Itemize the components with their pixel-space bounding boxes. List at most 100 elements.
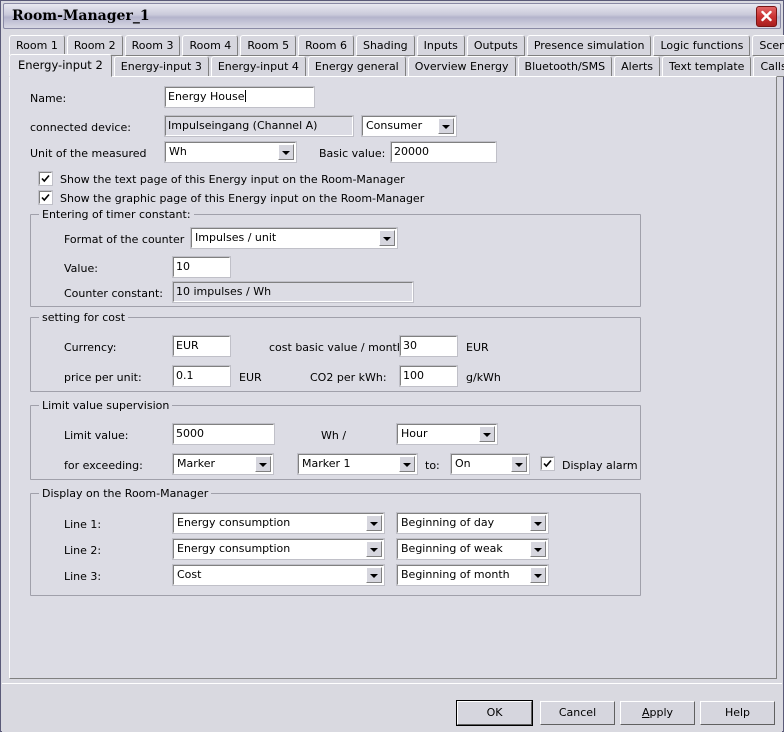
- chevron-down-icon[interactable]: [366, 515, 382, 531]
- chevron-down-icon[interactable]: [438, 118, 454, 134]
- tab-inputs[interactable]: Inputs: [416, 35, 465, 56]
- tab-room-1[interactable]: Room 1: [9, 35, 65, 56]
- tab-alerts[interactable]: Alerts: [614, 56, 661, 77]
- device-type-dropdown[interactable]: Consumer: [361, 115, 457, 137]
- show-text-page-checkbox[interactable]: [38, 171, 53, 186]
- tab-overview-energy[interactable]: Overview Energy: [407, 56, 516, 77]
- connected-device-label: connected device:: [30, 121, 131, 134]
- co2-per-kwh-unit: g/kWh: [466, 371, 501, 384]
- counter-constant-value: 10 impulses / Wh: [172, 281, 414, 303]
- format-of-counter-dropdown[interactable]: Impulses / unit: [190, 227, 398, 249]
- chevron-down-icon[interactable]: [530, 567, 546, 583]
- tab-energy-input-3[interactable]: Energy-input 3: [113, 56, 209, 77]
- unit-dropdown[interactable]: Wh: [164, 141, 297, 163]
- currency-label: Currency:: [64, 341, 117, 354]
- connected-device-value: Impulseingang (Channel A): [164, 115, 354, 137]
- tab-presence-simulation[interactable]: Presence simulation: [526, 35, 652, 56]
- tab-panel-energy-input-2: Name: Energy House connected device: Imp…: [9, 76, 777, 679]
- exceeding-state-dropdown[interactable]: On: [450, 453, 530, 475]
- line-2-content-value: Energy consumption: [177, 542, 291, 555]
- device-type-value: Consumer: [366, 119, 423, 132]
- group-limit-title: Limit value supervision: [39, 399, 173, 412]
- group-display-room-manager: Display on the Room-Manager Line 1: Ener…: [30, 487, 641, 596]
- value-label: Value:: [64, 262, 98, 275]
- tab-energy-general[interactable]: Energy general: [307, 56, 406, 77]
- price-per-unit-label: price per unit:: [64, 371, 142, 384]
- chevron-down-icon[interactable]: [379, 230, 395, 246]
- tab-shading[interactable]: Shading: [355, 35, 415, 56]
- price-per-unit-input[interactable]: 0.1: [172, 365, 231, 387]
- limit-period-value: Hour: [401, 427, 428, 440]
- window-title: Room-Manager_1: [12, 8, 150, 24]
- limit-period-dropdown[interactable]: Hour: [396, 423, 498, 445]
- cost-basic-value-label: cost basic value / month:: [269, 341, 408, 354]
- name-input[interactable]: Energy House: [164, 86, 315, 108]
- line-3-label: Line 3:: [64, 570, 102, 583]
- price-per-unit-unit: EUR: [239, 371, 262, 384]
- tab-room-4[interactable]: Room 4: [182, 35, 239, 56]
- tab-calls[interactable]: Calls: [753, 56, 784, 77]
- line-2-period-value: Beginning of weak: [401, 542, 503, 555]
- ok-button[interactable]: OK: [456, 700, 533, 726]
- line-1-period-dropdown[interactable]: Beginning of day: [396, 512, 549, 534]
- limit-value-input[interactable]: 5000: [172, 423, 275, 445]
- chevron-down-icon[interactable]: [278, 144, 294, 160]
- unit-label: Unit of the measured: [30, 147, 147, 160]
- line-1-label: Line 1:: [64, 518, 102, 531]
- line-2-period-dropdown[interactable]: Beginning of weak: [396, 538, 549, 560]
- tab-row-2: Energy-input 2 Energy-input 3 Energy-inp…: [9, 54, 784, 77]
- chevron-down-icon[interactable]: [479, 426, 495, 442]
- cost-basic-value-unit: EUR: [466, 341, 489, 354]
- chevron-down-icon[interactable]: [530, 541, 546, 557]
- apply-button[interactable]: Apply: [620, 701, 695, 725]
- tab-text-template[interactable]: Text template: [662, 56, 752, 77]
- group-display-title: Display on the Room-Manager: [39, 487, 212, 500]
- tab-room-6[interactable]: Room 6: [298, 35, 354, 56]
- cancel-button[interactable]: Cancel: [540, 701, 615, 725]
- tab-room-2[interactable]: Room 2: [66, 35, 123, 56]
- unit-value: Wh: [169, 145, 187, 158]
- limit-per-label: Wh /: [321, 429, 347, 442]
- line-2-content-dropdown[interactable]: Energy consumption: [172, 538, 385, 560]
- check-icon: [41, 193, 50, 202]
- exceeding-target-dropdown[interactable]: Marker 1: [297, 453, 418, 475]
- exceeding-target-value: Marker 1: [302, 457, 351, 470]
- for-exceeding-label: for exceeding:: [64, 459, 143, 472]
- to-label: to:: [425, 459, 440, 472]
- line-3-content-dropdown[interactable]: Cost: [172, 564, 385, 586]
- currency-input[interactable]: EUR: [172, 335, 231, 357]
- display-alarm-checkbox[interactable]: [540, 456, 555, 471]
- cost-basic-value-input[interactable]: 30: [399, 335, 458, 357]
- co2-per-kwh-label: CO2 per kWh:: [310, 371, 387, 384]
- exceeding-action-dropdown[interactable]: Marker: [172, 453, 274, 475]
- tab-room-5[interactable]: Room 5: [240, 35, 297, 56]
- exceeding-state-value: On: [455, 457, 471, 470]
- close-icon[interactable]: [756, 6, 777, 27]
- counter-constant-label: Counter constant:: [64, 287, 163, 300]
- tab-energy-input-4[interactable]: Energy-input 4: [210, 56, 306, 77]
- chevron-down-icon[interactable]: [399, 456, 415, 472]
- tab-logic-functions[interactable]: Logic functions: [653, 35, 751, 56]
- chevron-down-icon[interactable]: [530, 515, 546, 531]
- co2-per-kwh-input[interactable]: 100: [399, 365, 458, 387]
- chevron-down-icon[interactable]: [511, 456, 527, 472]
- basic-value-input[interactable]: 20000: [390, 141, 497, 163]
- group-cost-title: setting for cost: [39, 311, 129, 324]
- chevron-down-icon[interactable]: [366, 567, 382, 583]
- line-3-content-value: Cost: [177, 568, 202, 581]
- line-1-content-dropdown[interactable]: Energy consumption: [172, 512, 385, 534]
- show-graphic-page-checkbox[interactable]: [38, 190, 53, 205]
- value-input[interactable]: 10: [172, 256, 231, 278]
- tab-room-3[interactable]: Room 3: [124, 35, 181, 56]
- tab-outputs[interactable]: Outputs: [466, 35, 525, 56]
- line-1-content-value: Energy consumption: [177, 516, 291, 529]
- tab-bluetooth-sms[interactable]: Bluetooth/SMS: [517, 56, 613, 77]
- chevron-down-icon[interactable]: [255, 456, 271, 472]
- line-3-period-dropdown[interactable]: Beginning of month: [396, 564, 549, 586]
- tab-scenes[interactable]: Scenes: [752, 35, 784, 56]
- button-bar: OK Cancel Apply Help: [2, 683, 782, 732]
- tab-energy-input-2[interactable]: Energy-input 2: [9, 54, 112, 77]
- basic-value-label: Basic value:: [319, 147, 386, 160]
- help-button[interactable]: Help: [700, 701, 775, 725]
- chevron-down-icon[interactable]: [366, 541, 382, 557]
